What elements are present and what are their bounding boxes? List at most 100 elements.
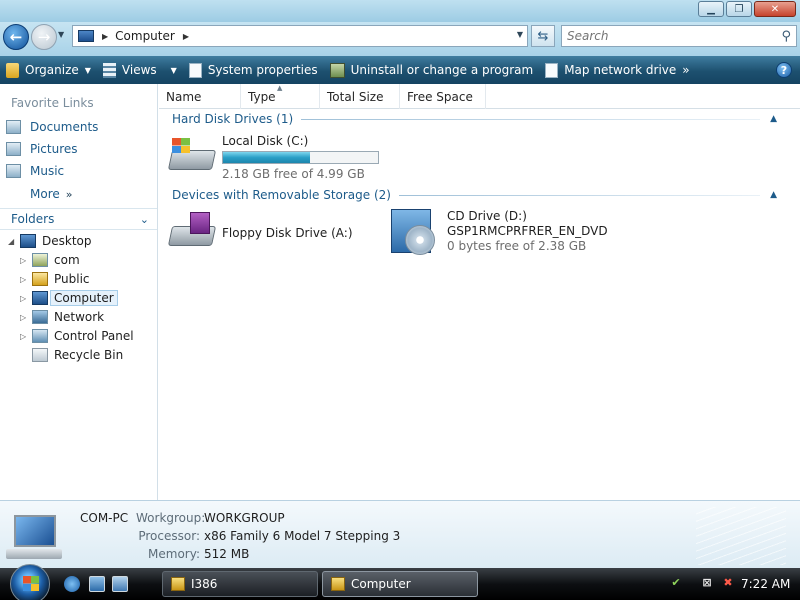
tree-item-desktop[interactable]: ◢ Desktop	[8, 232, 92, 250]
command-bar: Organize ▼ Views ▼ System properties Uni…	[0, 56, 800, 84]
views-button[interactable]: Views ▼	[97, 56, 183, 84]
internet-explorer-icon[interactable]	[64, 576, 80, 592]
map-drive-label: Map network drive	[564, 63, 677, 77]
collapse-chevron-icon[interactable]: ▲	[770, 114, 777, 124]
tree-item-label: Public	[54, 272, 90, 286]
tree-item-label: Recycle Bin	[54, 348, 124, 362]
favorite-link-music[interactable]: Music	[6, 164, 64, 178]
expand-arrow-icon[interactable]: ▷	[20, 275, 30, 284]
drive-details: CD Drive (D:) GSP1RMCPRFRER_EN_DVD 0 byt…	[447, 209, 608, 254]
map-network-drive-button[interactable]: Map network drive »	[539, 56, 695, 84]
collapse-chevron-icon[interactable]: ▲	[770, 190, 777, 200]
minimize-button[interactable]: ▁	[698, 1, 724, 17]
tree-item-label: Desktop	[42, 234, 92, 248]
drive-volume-label: GSP1RMCPRFRER_EN_DVD	[447, 224, 608, 238]
drive-floppy-a[interactable]: Floppy Disk Drive (A:)	[167, 210, 353, 250]
help-button[interactable]: ?	[776, 62, 792, 78]
column-header-free-space[interactable]: Free Space	[400, 84, 486, 109]
system-properties-button[interactable]: System properties	[183, 56, 324, 84]
floppy-disk-icon	[190, 212, 210, 234]
expand-arrow-icon[interactable]: ▷	[20, 256, 30, 265]
drive-local-c[interactable]: Local Disk (C:) 2.18 GB free of 4.99 GB	[167, 134, 379, 182]
drive-name: Local Disk (C:)	[222, 134, 309, 148]
tree-item-label: Computer	[50, 290, 118, 306]
start-button[interactable]	[10, 564, 50, 600]
computer-icon	[78, 30, 94, 42]
show-desktop-icon[interactable]	[89, 576, 105, 592]
tree-item-control-panel[interactable]: ▷ Control Panel	[20, 327, 134, 345]
tree-item-com[interactable]: ▷ com	[20, 251, 80, 269]
group-header-label: Hard Disk Drives (1)	[172, 112, 294, 126]
organize-icon	[6, 62, 19, 78]
address-dropdown-icon[interactable]: ▼	[517, 30, 523, 39]
breadcrumb-computer[interactable]: Computer	[115, 29, 175, 43]
address-bar[interactable]: ▶ Computer ▶ ▼	[72, 25, 528, 47]
expand-arrow-icon[interactable]: ▷	[20, 294, 30, 303]
decorative-swoosh	[696, 507, 786, 565]
folder-icon	[331, 577, 345, 591]
hard-disk-icon	[167, 134, 217, 174]
drive-usage-fill	[223, 152, 310, 163]
hard-disk-body	[167, 150, 217, 170]
favorite-link-documents[interactable]: Documents	[6, 120, 98, 134]
group-divider	[398, 194, 761, 196]
taskbar-button-computer[interactable]: Computer	[322, 571, 478, 597]
refresh-icon: ⇆	[537, 28, 549, 44]
favorite-link-label: Music	[30, 164, 65, 178]
more-commands-icon[interactable]: »	[682, 63, 689, 77]
breadcrumb-separator-icon[interactable]: ▶	[102, 32, 108, 41]
drive-cd-d[interactable]: CD Drive (D:) GSP1RMCPRFRER_EN_DVD 0 byt…	[391, 209, 608, 255]
recent-pages-dropdown[interactable]: ▼	[58, 30, 64, 39]
music-icon	[6, 164, 21, 178]
recycle-bin-icon	[32, 348, 48, 362]
forward-button[interactable]: →	[31, 24, 57, 50]
expand-arrow-icon[interactable]: ▷	[20, 313, 30, 322]
chevron-down-icon: ⌄	[139, 212, 149, 226]
switch-windows-icon[interactable]	[112, 576, 128, 592]
back-button[interactable]: ←	[3, 24, 29, 50]
expanded-arrow-icon[interactable]: ◢	[8, 237, 18, 246]
documents-icon	[6, 120, 21, 134]
taskbar-button-label: I386	[191, 577, 218, 591]
column-header-name[interactable]: Name	[159, 84, 241, 109]
drive-free-space: 2.18 GB free of 4.99 GB	[222, 167, 365, 181]
favorite-links-title: Favorite Links	[11, 96, 94, 110]
column-header-total-size[interactable]: Total Size	[320, 84, 400, 109]
network-status-icon[interactable]: ⊠	[699, 574, 715, 590]
group-header-removable[interactable]: Devices with Removable Storage (2) ▲	[172, 188, 777, 202]
tree-item-computer[interactable]: ▷ Computer	[20, 289, 118, 307]
search-icon[interactable]: ⚲	[781, 29, 791, 44]
memory-value: 512 MB	[204, 547, 250, 561]
taskbar-button-label: Computer	[351, 577, 411, 591]
close-button[interactable]: ✕	[754, 1, 796, 17]
tree-item-label: Network	[54, 310, 105, 324]
uninstall-program-button[interactable]: Uninstall or change a program	[324, 56, 540, 84]
favorite-link-pictures[interactable]: Pictures	[6, 142, 78, 156]
search-box[interactable]: ⚲	[561, 25, 797, 47]
taskbar: I386 Computer ✔ ⊠ ✖ 7:22 AM	[0, 564, 800, 600]
folders-header[interactable]: Folders ⌄	[0, 208, 157, 230]
taskbar-button-i386[interactable]: I386	[162, 571, 318, 597]
security-center-icon[interactable]: ✔	[668, 574, 684, 590]
volume-muted-icon[interactable]: ✖	[720, 574, 736, 590]
tree-item-label: com	[54, 253, 80, 267]
drive-details: Local Disk (C:) 2.18 GB free of 4.99 GB	[222, 134, 379, 182]
expand-arrow-icon[interactable]: ▷	[20, 332, 30, 341]
organize-button[interactable]: Organize ▼	[0, 56, 97, 84]
column-header-label: Total Size	[327, 89, 384, 104]
tree-item-network[interactable]: ▷ Network	[20, 308, 104, 326]
search-input[interactable]	[567, 29, 767, 43]
group-header-hard-disks[interactable]: Hard Disk Drives (1) ▲	[172, 112, 777, 126]
tree-item-recycle-bin[interactable]: Recycle Bin	[32, 346, 123, 364]
clock[interactable]: 7:22 AM	[741, 577, 790, 591]
breadcrumb-separator-icon[interactable]: ▶	[183, 32, 189, 41]
uninstall-label: Uninstall or change a program	[350, 63, 534, 77]
column-headers: Name ▲ Type Total Size Free Space	[159, 84, 800, 109]
more-links-button[interactable]: More »	[30, 187, 72, 201]
drive-free-space: 0 bytes free of 2.38 GB	[447, 239, 587, 253]
maximize-button[interactable]: ❐	[726, 1, 752, 17]
more-links-label: More	[30, 187, 60, 201]
refresh-button[interactable]: ⇆	[531, 25, 555, 47]
column-header-type[interactable]: ▲ Type	[241, 84, 320, 109]
tree-item-public[interactable]: ▷ Public	[20, 270, 90, 288]
